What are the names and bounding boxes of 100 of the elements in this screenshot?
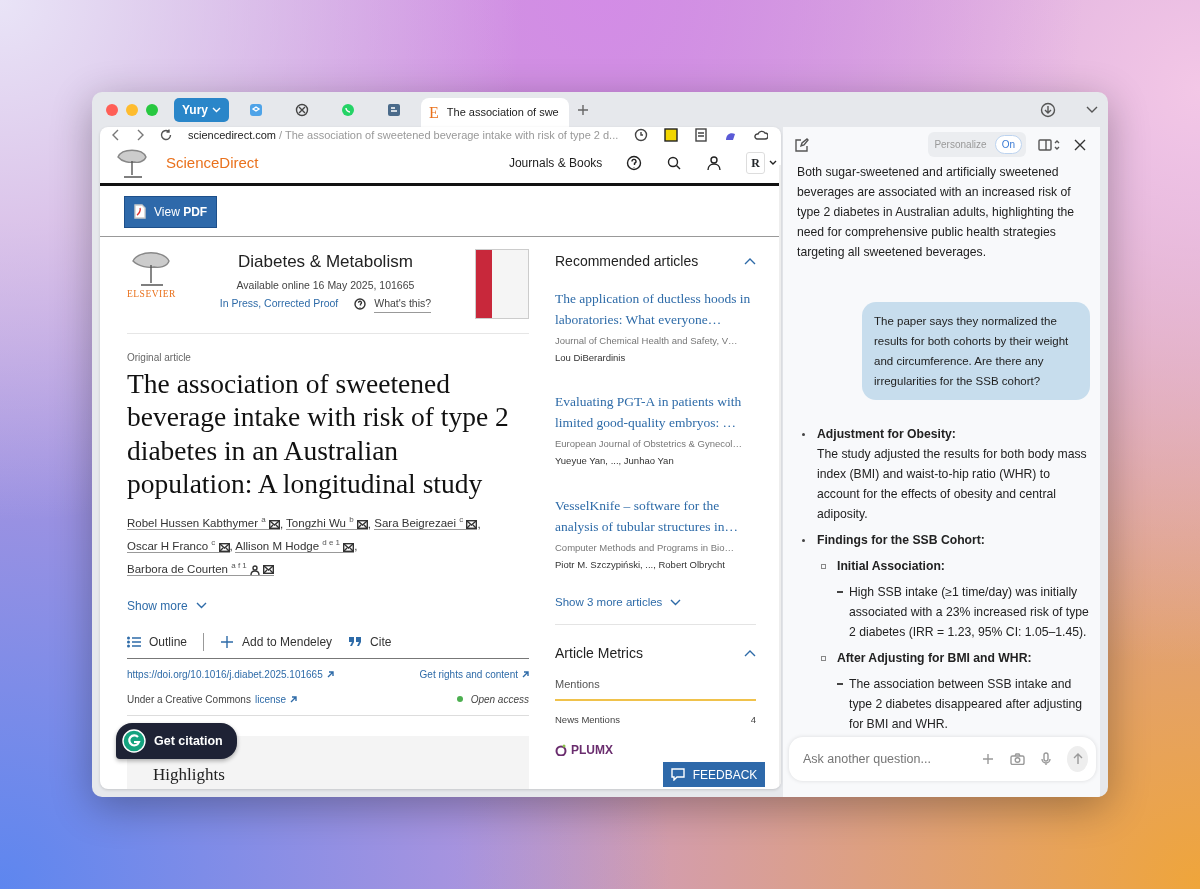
- list-text: The association between SSB intake and type 2 diabetes disappeared after adjusting for BMI and WHR.: [849, 676, 1084, 733]
- browser-tab[interactable]: E The association of swe: [421, 98, 569, 127]
- section-title: Recommended articles: [555, 251, 699, 271]
- chevron-down-icon: [769, 160, 777, 166]
- get-citation-button[interactable]: Get citation: [116, 723, 237, 759]
- reload-icon[interactable]: [160, 129, 172, 142]
- bullet: [802, 539, 805, 542]
- show-more-link[interactable]: Show 3 more articles: [555, 594, 663, 612]
- status-link[interactable]: In Press, Corrected Proof: [219, 296, 339, 312]
- journal-name: Computer Methods and Programs in Bio…: [555, 540, 735, 555]
- document-icon[interactable]: [694, 128, 709, 143]
- profile-button[interactable]: Yury: [174, 97, 229, 122]
- brand-logo: PLUMX: [571, 742, 613, 759]
- action-link[interactable]: Cite: [348, 633, 392, 651]
- author-link[interactable]: Sara Beigrezaei $^{c}$: [374, 517, 478, 531]
- forward-icon[interactable]: [136, 129, 144, 142]
- author-link[interactable]: Robel Hussen Kabthymer $^{a}$: [127, 517, 280, 531]
- address-field[interactable]: sciencedirect.com / The association of sweetened beverage intake with risk of type 2 d...: [188, 127, 619, 144]
- arrow-up-icon: [1072, 753, 1083, 765]
- section-title: Article Metrics: [555, 644, 643, 664]
- doi-link[interactable]: https://doi.org/10.1016/j.diabet.2025.101665: [127, 667, 334, 682]
- show-more-link[interactable]: Show more: [127, 597, 188, 615]
- envelope-icon: [343, 542, 355, 552]
- square-logo-icon[interactable]: [664, 128, 679, 143]
- separator: ,: [477, 517, 481, 530]
- favicon-icon: E: [429, 100, 439, 125]
- bullet: [802, 433, 805, 436]
- search-icon[interactable]: [666, 155, 683, 171]
- article-title: The association of sweetened beverage intake with risk of type 2 diabetes in an Australian population: A longitudinal study: [127, 366, 510, 501]
- list-heading: Findings for the SSB Cohort:: [817, 532, 986, 549]
- person-icon[interactable]: [706, 155, 723, 171]
- separator: ,: [279, 517, 284, 530]
- download-icon[interactable]: [1040, 101, 1056, 118]
- article-link[interactable]: The application of ductless hoods in laboratories: What everyone…: [555, 287, 756, 330]
- list-heading: Initial Association:: [837, 558, 946, 575]
- metrics-tab[interactable]: Mentions: [555, 676, 756, 701]
- view-pdf-button[interactable]: View PDF: [124, 195, 218, 228]
- list-heading: Adjustment for Obesity:: [817, 426, 957, 443]
- journal-title[interactable]: Diabetes & Metabolism: [238, 248, 413, 274]
- journal-cover[interactable]: [475, 248, 529, 319]
- answer-text: Both sugar-sweetened and artificially sweetened beverages are associated with an increased risk of type 2 diabetes in Australian adults, highlighting the need for comprehensive public health strategies targeting all sweetened beverages.: [797, 164, 1076, 261]
- status-dot: [456, 696, 463, 703]
- author-link[interactable]: Barbora de Courten a f 1: [127, 563, 275, 576]
- feedback-button[interactable]: FEEDBACK: [663, 762, 765, 787]
- microphone-icon[interactable]: [1041, 752, 1051, 766]
- action-link[interactable]: Outline: [127, 633, 188, 651]
- sidebar-layout-icon[interactable]: [1038, 138, 1060, 151]
- external-link-icon: [522, 671, 529, 678]
- license-link[interactable]: license: [254, 692, 298, 707]
- license-text: Under a Creative Commons: [127, 693, 251, 707]
- article-link[interactable]: Evaluating PGT-A in patients with limited good-quality embryos: …: [555, 391, 756, 433]
- envelope-icon: [466, 519, 478, 529]
- metric-label: News Mentions: [555, 712, 620, 727]
- list-icon: [127, 635, 141, 649]
- access-label: Open access: [470, 693, 529, 707]
- article-link[interactable]: VesselKnife – software for the analysis of tubular structures in…: [555, 494, 756, 537]
- camera-icon[interactable]: [1010, 753, 1025, 765]
- article-type: Original article: [127, 350, 192, 365]
- action-link[interactable]: Add to Mendeley: [220, 633, 333, 651]
- plus-icon[interactable]: [982, 753, 994, 765]
- list-heading: After Adjusting for BMI and WHR:: [837, 650, 1033, 667]
- help-icon: [354, 298, 367, 311]
- quote-icon: [348, 635, 363, 649]
- journal-name: Journal of Chemical Health and Safety, V…: [555, 333, 739, 348]
- personalize-toggle[interactable]: On: [994, 135, 1022, 154]
- nav-link[interactable]: Journals & Books: [508, 154, 603, 172]
- separator: ,: [229, 540, 233, 553]
- question-bubble: The paper says they normalized the results for both cohorts by their weight and circumference. Are there any irregularities for the SSB cohort?: [862, 302, 1090, 400]
- list-text: The study adjusted the results for both body mass index (BMI) and waist-to-hip ratio (WHR) to account for the effects of obesity and central adiposity.: [817, 446, 1088, 523]
- bullet: [821, 564, 826, 569]
- cloud-icon[interactable]: [754, 128, 769, 143]
- close-icon[interactable]: [1074, 138, 1086, 151]
- terminal-icon: [386, 101, 402, 118]
- chevron-down-icon[interactable]: [195, 602, 207, 610]
- chevron-up-icon[interactable]: [744, 257, 756, 265]
- external-link-icon: [290, 696, 298, 703]
- author-link[interactable]: Oscar H Franco $^{c}$: [127, 540, 230, 554]
- chevron-up-icon[interactable]: [744, 650, 756, 658]
- toggle-label: Personalize: [934, 138, 987, 152]
- envelope-icon: [218, 542, 230, 552]
- plus-icon: [220, 635, 235, 649]
- metric-value: 4: [750, 712, 756, 727]
- author-link[interactable]: Tongzhi Wu $^{b}$: [286, 517, 368, 531]
- plumx-logo-icon: [555, 744, 567, 756]
- help-link[interactable]: What's this?: [374, 295, 432, 313]
- section-heading: Highlights: [153, 765, 225, 784]
- help-icon[interactable]: [626, 155, 643, 171]
- chevron-down-icon[interactable]: [670, 599, 682, 607]
- chevron-down-icon[interactable]: [1086, 105, 1098, 114]
- author-link[interactable]: Allison M Hodge d e 1: [235, 540, 355, 554]
- plus-icon[interactable]: [576, 103, 589, 116]
- rights-link[interactable]: Get rights and content: [419, 667, 529, 682]
- compose-icon[interactable]: [795, 137, 809, 152]
- question-field[interactable]: Ask another question...: [801, 748, 966, 770]
- back-icon[interactable]: [112, 129, 120, 142]
- g-logo-icon: [122, 729, 146, 753]
- envelope-icon: [268, 519, 280, 529]
- speech-bubble-icon: [670, 768, 685, 781]
- clock-icon[interactable]: [634, 128, 649, 143]
- envelope-icon: [263, 565, 275, 575]
